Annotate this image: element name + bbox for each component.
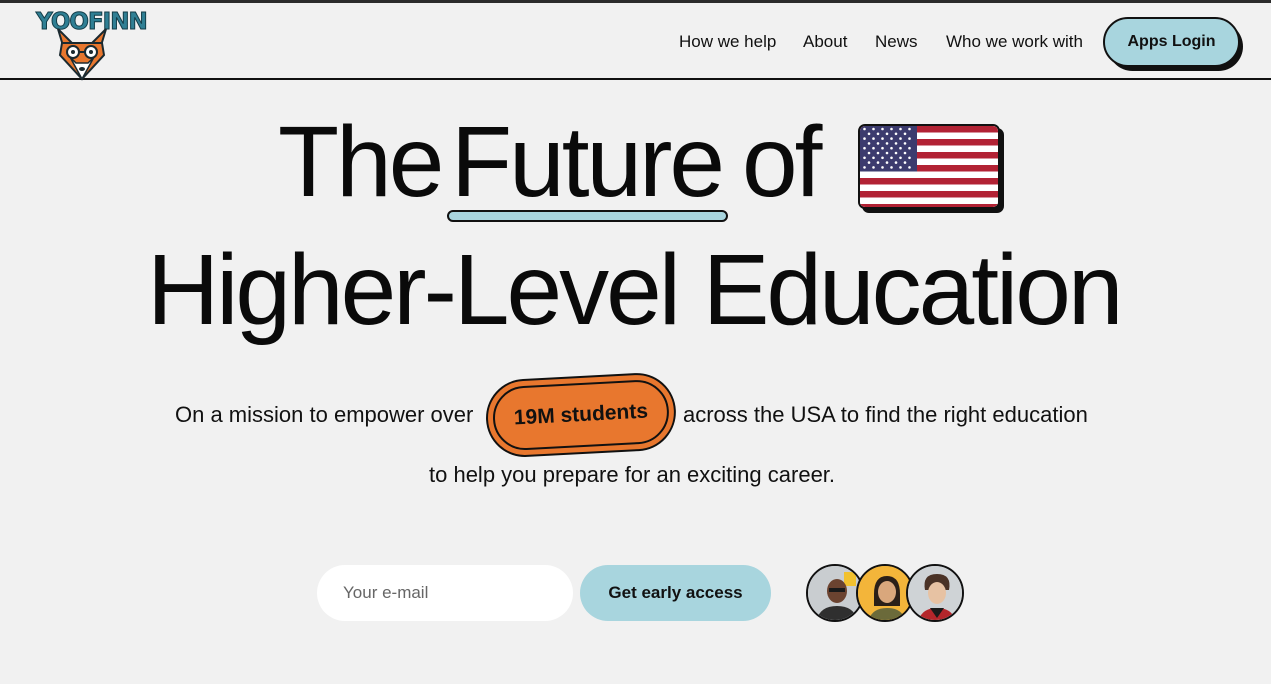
subtitle-line-2: to help you prepare for an exciting care… xyxy=(429,462,836,487)
nav-news[interactable]: News xyxy=(875,32,918,52)
headline-word-of: of xyxy=(742,106,822,218)
students-badge: 19M students xyxy=(484,371,680,461)
headline-line-2: Higher-Level Education xyxy=(147,234,1124,346)
get-early-access-button[interactable]: Get early access xyxy=(580,565,771,621)
site-header: YOOFINN How we help About News Who we wo… xyxy=(0,3,1271,81)
main-nav: How we help About News Who we work with … xyxy=(0,3,1271,80)
avatar xyxy=(906,564,964,622)
subtitle-after-badge: across the USA to find the right educati… xyxy=(683,402,1088,427)
students-badge-label: 19M students xyxy=(491,378,671,452)
headline-word-future: Future xyxy=(451,106,725,218)
headline-word-the: The xyxy=(278,106,444,218)
nav-how-we-help[interactable]: How we help xyxy=(679,32,776,52)
us-flag-icon xyxy=(858,124,1000,209)
us-flag-wrapper xyxy=(858,124,1005,213)
apps-login-button[interactable]: Apps Login xyxy=(1103,17,1240,67)
nav-about[interactable]: About xyxy=(803,32,847,52)
future-underline xyxy=(447,210,728,222)
email-input[interactable] xyxy=(317,565,573,621)
nav-who-we-work-with[interactable]: Who we work with xyxy=(946,32,1083,52)
apps-login-wrapper: Apps Login xyxy=(1103,17,1244,72)
subtitle-before-badge: On a mission to empower over xyxy=(175,402,474,427)
